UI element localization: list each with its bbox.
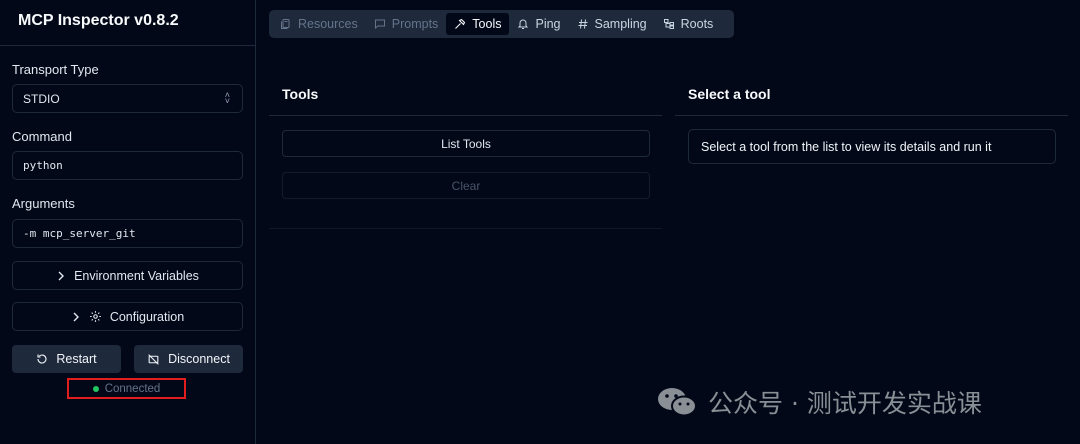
tool-detail-placeholder: Select a tool from the list to view its … [688, 129, 1056, 164]
folder-tree-icon [663, 19, 674, 29]
tool-detail-message: Select a tool from the list to view its … [701, 139, 992, 154]
bell-icon [518, 19, 529, 29]
tools-panel-divider [269, 115, 662, 116]
message-icon [374, 19, 385, 30]
tab-tools-label: Tools [472, 17, 502, 31]
tab-sampling[interactable]: Sampling [569, 13, 655, 35]
disconnect-button[interactable]: Disconnect [134, 345, 243, 373]
sidebar: MCP Inspector v0.8.2 Transport Type STDI… [0, 0, 256, 444]
rotate-ccw-icon [37, 354, 47, 364]
gear-icon [89, 311, 101, 322]
transport-type-select[interactable]: STDIO ˄ ˅ [12, 84, 243, 113]
disconnect-label: Disconnect [168, 352, 230, 366]
tab-ping[interactable]: Ping [509, 13, 568, 35]
transport-type-label: Transport Type [12, 62, 99, 77]
command-value: python [23, 159, 63, 172]
tools-panel-bottom-divider [269, 228, 662, 229]
tab-roots[interactable]: Roots [655, 13, 722, 35]
command-input[interactable]: python [12, 151, 243, 180]
unplug-icon [148, 353, 159, 365]
detail-panel-divider [675, 115, 1068, 116]
file-icon [281, 19, 290, 29]
arguments-input[interactable]: -m mcp_server_git [12, 219, 243, 248]
mcp-inspector-app: MCP Inspector v0.8.2 Transport Type STDI… [0, 0, 1080, 444]
tools-panel-title: Tools [282, 86, 319, 102]
tab-resources-label: Resources [298, 17, 358, 31]
arguments-label: Arguments [12, 196, 75, 211]
sidebar-header: MCP Inspector v0.8.2 [0, 0, 255, 46]
configuration-toggle[interactable]: Configuration [12, 302, 243, 331]
chevron-right-icon [73, 312, 79, 321]
tab-roots-label: Roots [680, 17, 714, 31]
environment-variables-toggle[interactable]: Environment Variables [12, 261, 243, 290]
tab-prompts[interactable]: Prompts [366, 13, 447, 35]
status-text: Connected [104, 382, 161, 395]
tab-prompts-label: Prompts [391, 17, 439, 31]
chevron-up-down-icon: ˄ ˅ [224, 90, 230, 106]
chevron-right-icon [58, 271, 65, 280]
tab-ping-label: Ping [535, 17, 561, 31]
transport-type-value: STDIO [23, 91, 60, 106]
app-title: MCP Inspector v0.8.2 [18, 12, 179, 29]
restart-button[interactable]: Restart [12, 345, 121, 373]
command-label: Command [12, 129, 72, 144]
wechat-icon [658, 388, 697, 417]
tab-resources[interactable]: Resources [272, 13, 366, 35]
hash-icon [578, 19, 588, 29]
arguments-value: -m mcp_server_git [23, 227, 136, 240]
tab-tools[interactable]: Tools [446, 13, 510, 35]
watermark: 公众号 · 测试开发实战课 [656, 382, 982, 422]
watermark-text: 公众号 · 测试开发实战课 [708, 389, 982, 418]
configuration-label: Configuration [109, 309, 185, 324]
hammer-icon [455, 18, 466, 29]
detail-panel-title: Select a tool [688, 86, 771, 102]
clear-button[interactable]: Clear [282, 172, 650, 199]
list-tools-button[interactable]: List Tools [282, 130, 650, 157]
tab-sampling-label: Sampling [594, 17, 647, 31]
tab-bar: Resources Prompts Tools Ping Sampling Ro… [269, 10, 734, 38]
connection-status: Connected [67, 378, 186, 399]
status-dot [92, 385, 99, 392]
restart-label: Restart [56, 352, 97, 366]
environment-variables-label: Environment Variables [74, 268, 199, 283]
